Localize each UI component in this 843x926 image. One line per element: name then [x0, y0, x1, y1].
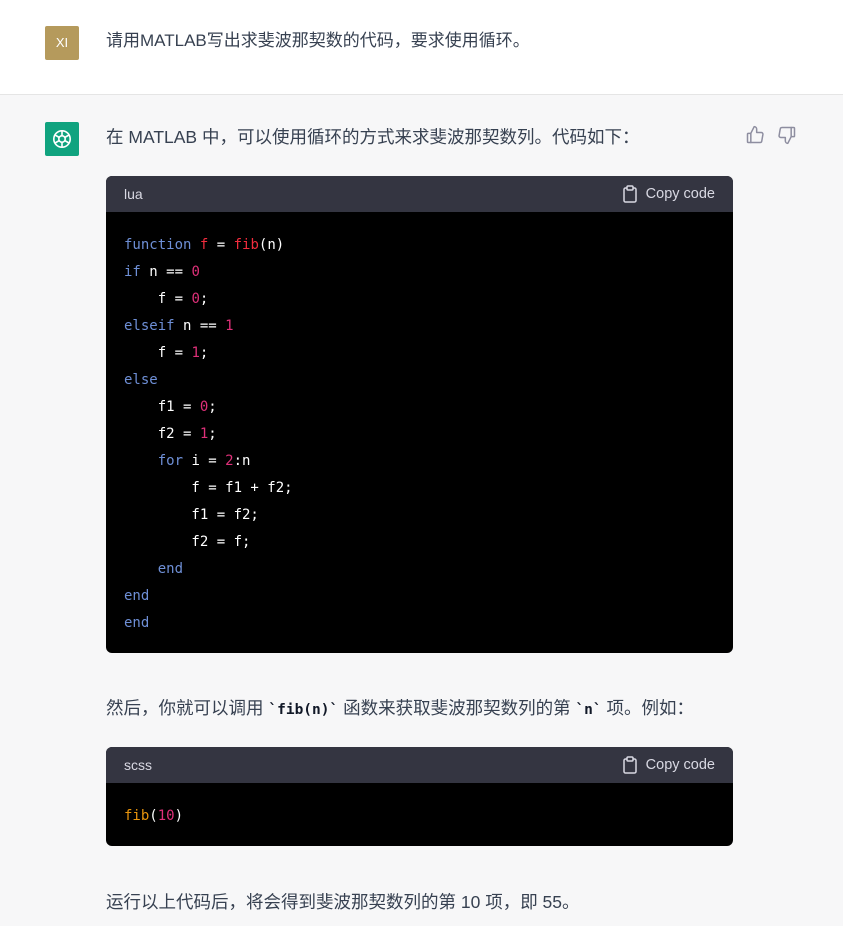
inline-code-n: `n`: [575, 702, 602, 718]
code-block-lua: lua Copy code function f = fib(n) if n =…: [106, 176, 733, 653]
user-message-row: XI 请用MATLAB写出求斐波那契数的代码，要求使用循环。: [0, 0, 843, 95]
assistant-usage-text: 然后，你就可以调用 `fib(n)` 函数来获取斐波那契数列的第 `n` 项。例…: [106, 696, 694, 722]
openai-logo-icon: [53, 130, 71, 148]
feedback-buttons: [745, 125, 797, 145]
copy-code-label: Copy code: [645, 757, 715, 773]
inline-code-fib: `fib(n)`: [268, 702, 339, 718]
code-language-label: lua: [124, 186, 143, 202]
thumbs-down-icon[interactable]: [777, 125, 797, 145]
code-content: function f = fib(n) if n == 0 f = 0; els…: [124, 237, 293, 631]
copy-code-button[interactable]: Copy code: [622, 185, 715, 203]
assistant-message-row: 在 MATLAB 中，可以使用循环的方式来求斐波那契数列。代码如下： lua C…: [0, 95, 843, 926]
assistant-intro-text: 在 MATLAB 中，可以使用循环的方式来求斐波那契数列。代码如下：: [106, 127, 640, 147]
copy-code-label: Copy code: [645, 186, 715, 202]
code-language-label: scss: [124, 757, 152, 773]
usage-text-part: 然后，你就可以调用: [106, 698, 269, 718]
user-message-text: 请用MATLAB写出求斐波那契数的代码，要求使用循环。: [106, 31, 530, 50]
code-content: fib(10): [124, 808, 184, 824]
code-header: lua Copy code: [106, 176, 733, 212]
code-header: scss Copy code: [106, 747, 733, 783]
assistant-avatar: [45, 122, 79, 156]
clipboard-icon: [622, 756, 637, 774]
copy-code-button[interactable]: Copy code: [622, 756, 715, 774]
thumbs-up-icon[interactable]: [745, 125, 765, 145]
code-block-scss: scss Copy code fib(10): [106, 747, 733, 846]
usage-text-part: 函数来获取斐波那契数列的第: [338, 698, 576, 718]
assistant-conclusion-text: 运行以上代码后，将会得到斐波那契数列的第 10 项，即 55。: [106, 892, 580, 912]
clipboard-icon: [622, 185, 637, 203]
user-avatar: XI: [45, 26, 79, 60]
usage-text-part: 项。例如：: [601, 698, 695, 718]
